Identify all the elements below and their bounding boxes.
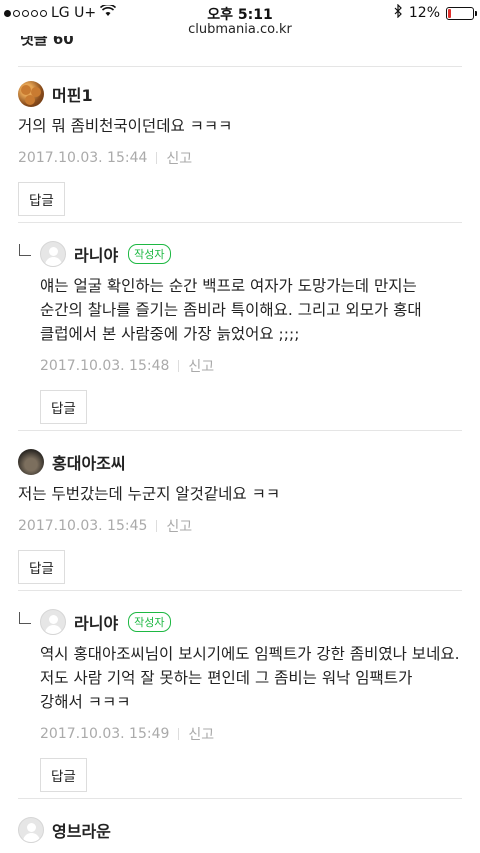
divider [18, 222, 462, 223]
comment-date: 2017.10.03. 15:45 [18, 518, 148, 534]
meta-separator [156, 152, 158, 164]
battery-icon [446, 6, 477, 20]
bluetooth-icon [394, 3, 403, 22]
reply-arrow-icon [19, 612, 31, 624]
comments-header: 댓글 60 [20, 36, 460, 48]
reply-arrow-icon [19, 244, 31, 256]
meta-separator [178, 728, 180, 740]
avatar[interactable] [18, 449, 44, 475]
comment-author[interactable]: 홍대아조씨 [52, 450, 126, 474]
comment-author[interactable]: 영브라운 [52, 818, 111, 842]
reply-button[interactable]: 답글 [40, 390, 87, 424]
status-right: 12% [394, 3, 477, 22]
comment-text: 저는 두번갔는데 누군지 알것같네요 ㅋㅋ [18, 485, 281, 503]
report-link[interactable]: 신고 [166, 516, 192, 536]
comment-item: 영브라운 [18, 816, 462, 844]
comment-text: 얘는 얼굴 확인하는 순간 백프로 여자가 도망가는데 만지는 순간의 찰나를 … [40, 277, 422, 343]
writer-badge: 작성자 [128, 612, 171, 632]
battery-fill [448, 8, 451, 18]
divider [18, 66, 462, 67]
reply-item: 라니야 작성자 얘는 얼굴 확인하는 순간 백프로 여자가 도망가는데 만지는 … [40, 240, 460, 424]
reply-item: 라니야 작성자 역시 홍대아조씨님이 보시기에도 임펙트가 강한 좀비였나 보네… [40, 608, 460, 792]
address-bar[interactable]: clubmania.co.kr [0, 22, 480, 37]
comment-text: 역시 홍대아조씨님이 보시기에도 임펙트가 강한 좀비였나 보네요. 저도 사람… [40, 645, 460, 711]
comment-text: 거의 뭐 좀비천국이던데요 ㅋㅋㅋ [18, 117, 233, 135]
divider [18, 430, 462, 431]
comment-item: 홍대아조씨 저는 두번갔는데 누군지 알것같네요 ㅋㅋ 2017.10.03. … [18, 448, 462, 584]
divider [18, 798, 462, 799]
divider [18, 590, 462, 591]
comment-author[interactable]: 머핀1 [52, 82, 93, 106]
comment-date: 2017.10.03. 15:44 [18, 150, 148, 166]
comment-author[interactable]: 라니야 [74, 242, 118, 266]
report-link[interactable]: 신고 [188, 724, 214, 744]
report-link[interactable]: 신고 [166, 148, 192, 168]
comments-count-title: 댓글 60 [20, 36, 74, 48]
writer-badge: 작성자 [128, 244, 171, 264]
reply-button[interactable]: 답글 [18, 182, 65, 216]
avatar[interactable] [40, 609, 66, 635]
battery-percent: 12% [408, 5, 440, 21]
reply-button[interactable]: 답글 [18, 550, 65, 584]
comment-date: 2017.10.03. 15:48 [40, 358, 170, 374]
avatar[interactable] [18, 817, 44, 843]
meta-separator [178, 360, 180, 372]
meta-separator [156, 520, 158, 532]
comment-date: 2017.10.03. 15:49 [40, 726, 170, 742]
avatar[interactable] [40, 241, 66, 267]
comment-author[interactable]: 라니야 [74, 610, 118, 634]
report-link[interactable]: 신고 [188, 356, 214, 376]
avatar[interactable] [18, 81, 44, 107]
comment-item: 머핀1 거의 뭐 좀비천국이던데요 ㅋㅋㅋ 2017.10.03. 15:44 … [18, 80, 462, 216]
reply-button[interactable]: 답글 [40, 758, 87, 792]
